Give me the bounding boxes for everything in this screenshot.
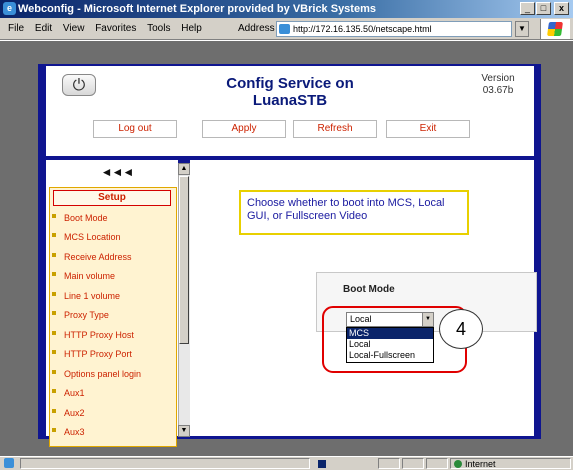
- version-number: 03.67b: [482, 85, 514, 96]
- sidebar-item-label: Aux3: [64, 427, 85, 437]
- sidebar-item-label: HTTP Proxy Host: [64, 330, 134, 340]
- sidebar-item-http-proxy-host[interactable]: HTTP Proxy Host: [52, 328, 134, 342]
- version-label: Version: [481, 73, 515, 84]
- address-bar[interactable]: http://172.16.135.50/netscape.html: [276, 21, 512, 37]
- address-dropdown-button[interactable]: ▼: [515, 21, 529, 37]
- address-label: Address: [238, 23, 275, 34]
- bullet-icon: [52, 292, 56, 296]
- sidebar-item-label: MCS Location: [64, 232, 121, 242]
- sidebar-item-label: Boot Mode: [64, 213, 108, 223]
- sidebar-item-label: HTTP Proxy Port: [64, 349, 132, 359]
- power-button[interactable]: ⏻: [62, 74, 96, 96]
- back-arrows-icon[interactable]: ◄◄◄: [92, 165, 142, 179]
- bullet-icon: [52, 214, 56, 218]
- boot-mode-label: Boot Mode: [343, 284, 395, 295]
- menu-edit[interactable]: Edit: [35, 18, 52, 40]
- menu-tools[interactable]: Tools: [147, 18, 170, 40]
- minimize-button[interactable]: _: [520, 2, 535, 15]
- sidebar-item-line1-volume[interactable]: Line 1 volume: [52, 289, 120, 303]
- page-title-line2: LuanaSTB: [252, 92, 328, 109]
- refresh-button[interactable]: Refresh: [293, 120, 377, 138]
- sidebar-item-receive-address[interactable]: Receive Address: [52, 250, 132, 264]
- sidebar-item-aux1[interactable]: Aux1: [52, 386, 85, 400]
- status-segment: [402, 458, 424, 469]
- step-callout: 4: [439, 309, 483, 349]
- progress-indicator: [318, 460, 326, 468]
- sidebar-item-label: Options panel login: [64, 369, 142, 379]
- menu-help[interactable]: Help: [181, 18, 202, 40]
- window-title-bar: Webconfig - Microsoft Internet Explorer …: [0, 0, 573, 18]
- page-title-line1: Config Service on: [226, 75, 354, 92]
- close-button[interactable]: x: [554, 2, 569, 15]
- exit-button[interactable]: Exit: [386, 120, 470, 138]
- sidebar-item-http-proxy-port[interactable]: HTTP Proxy Port: [52, 347, 132, 361]
- scroll-thumb[interactable]: [179, 176, 189, 344]
- window-title: Webconfig - Microsoft Internet Explorer …: [18, 3, 376, 15]
- sidebar-item-label: Line 1 volume: [64, 291, 121, 301]
- scroll-down-button[interactable]: ▼: [178, 425, 190, 437]
- sidebar-item-aux3[interactable]: Aux3: [52, 425, 85, 439]
- status-segment: [426, 458, 448, 469]
- page-icon: [279, 24, 290, 34]
- bullet-icon: [52, 253, 56, 257]
- bullet-icon: [52, 428, 56, 432]
- sidebar-item-main-volume[interactable]: Main volume: [52, 269, 115, 283]
- status-text-area: [20, 458, 310, 469]
- ie-app-icon: e: [3, 2, 16, 15]
- help-hint: Choose whether to boot into MCS, Local G…: [239, 190, 469, 235]
- sidebar-item-label: Receive Address: [64, 252, 132, 262]
- bullet-icon: [52, 389, 56, 393]
- scroll-up-button[interactable]: ▲: [178, 163, 190, 175]
- security-zone: Internet: [450, 458, 571, 469]
- bullet-icon: [52, 370, 56, 374]
- bullet-icon: [52, 233, 56, 237]
- windows-flag-icon: [547, 22, 563, 36]
- bullet-icon: [52, 311, 56, 315]
- setup-heading: Setup: [53, 190, 171, 206]
- globe-icon: [454, 460, 462, 468]
- sidebar-item-label: Proxy Type: [64, 310, 109, 320]
- bullet-icon: [52, 272, 56, 276]
- maximize-button[interactable]: □: [536, 2, 551, 15]
- sidebar-item-label: Aux2: [64, 408, 85, 418]
- page-status-icon: [4, 458, 14, 468]
- bullet-icon: [52, 409, 56, 413]
- bullet-icon: [52, 331, 56, 335]
- sidebar-item-boot-mode[interactable]: Boot Mode: [52, 211, 108, 225]
- logout-button[interactable]: Log out: [93, 120, 177, 138]
- menu-file[interactable]: File: [8, 18, 24, 40]
- sidebar-item-proxy-type[interactable]: Proxy Type: [52, 308, 109, 322]
- bullet-icon: [52, 350, 56, 354]
- sidebar-item-label: Aux1: [64, 388, 85, 398]
- sidebar-item-mcs-location[interactable]: MCS Location: [52, 230, 121, 244]
- status-segment: [378, 458, 400, 469]
- apply-button[interactable]: Apply: [202, 120, 286, 138]
- menu-favorites[interactable]: Favorites: [95, 18, 136, 40]
- sidebar-item-aux2[interactable]: Aux2: [52, 406, 85, 420]
- power-icon: ⏻: [72, 77, 86, 94]
- menu-view[interactable]: View: [63, 18, 85, 40]
- sidebar-item-label: Main volume: [64, 271, 116, 281]
- sidebar-item-options-panel-login[interactable]: Options panel login: [52, 367, 141, 381]
